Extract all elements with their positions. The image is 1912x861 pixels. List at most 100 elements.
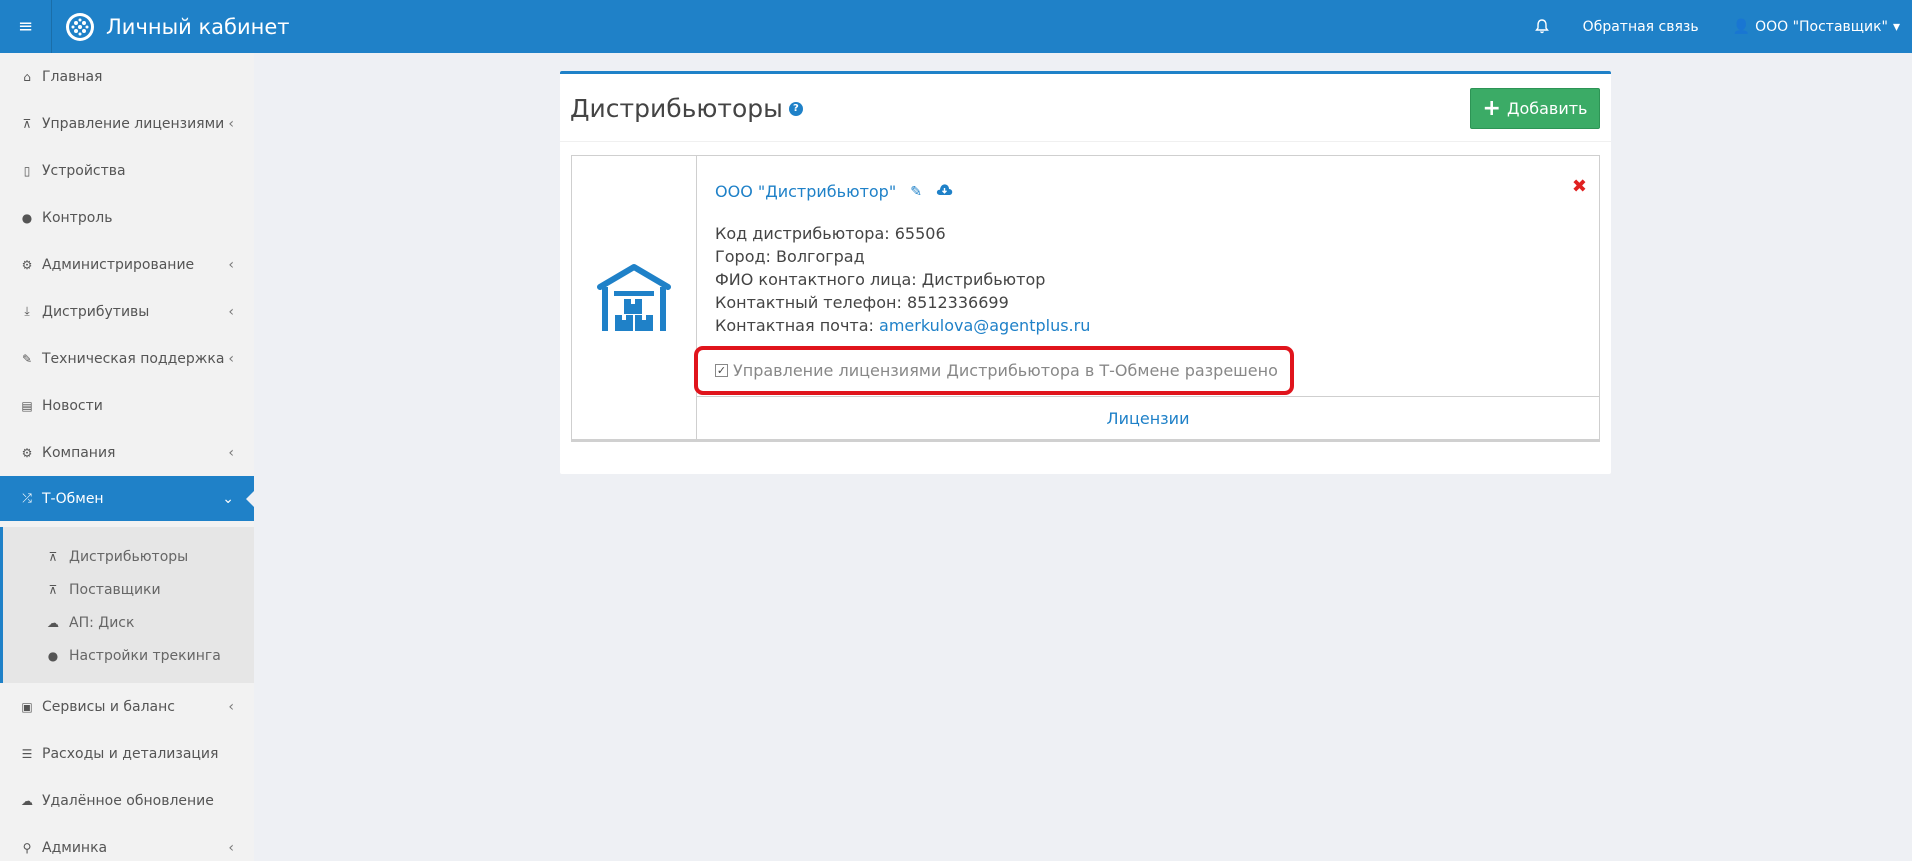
contact-label: ФИО контактного лица: xyxy=(715,270,917,289)
permission-checkbox[interactable]: ✓ xyxy=(715,364,728,377)
money-icon: ▣ xyxy=(21,699,33,714)
submenu-item-ap-disk[interactable]: ☁ АП: Диск xyxy=(3,606,254,639)
submenu-item-tracking-settings[interactable]: ● Настройки трекинга xyxy=(3,639,254,672)
mobile-icon: ▯ xyxy=(23,163,31,178)
contact-value: Дистрибьютор xyxy=(921,270,1046,289)
app-title: Личный кабинет xyxy=(106,14,290,39)
caret-down-icon: ▾ xyxy=(1892,18,1900,35)
distributor-name-link[interactable]: ООО "Дистрибьютор" xyxy=(715,182,896,201)
sidebar-item-label: Администрирование xyxy=(42,256,195,273)
sidebar-item-control[interactable]: ● Контроль xyxy=(0,194,254,241)
sidebar-item-label: Новости xyxy=(42,397,103,414)
city-row: Город: Волгоград xyxy=(715,245,1090,268)
chevron-left-icon: ‹ xyxy=(228,350,234,367)
distributor-name-row: ООО "Дистрибьютор" ✎ xyxy=(715,182,953,201)
license-permission-highlight: ✓ Управление лицензиями Дистрибьютора в … xyxy=(694,346,1294,395)
sidebar-item-admin[interactable]: ⚲ Админка ‹ xyxy=(0,824,254,861)
email-row: Контактная почта: amerkulova@agentplus.r… xyxy=(715,314,1090,337)
page-title-text: Дистрибьюторы xyxy=(570,94,783,123)
distributor-info: Код дистрибьютора: 65506 Город: Волгогра… xyxy=(715,222,1090,337)
sidebar-item-remote-update[interactable]: ☁ Удалённое обновление xyxy=(0,777,254,824)
sidebar-item-label: Т-Обмен xyxy=(42,490,104,507)
chevron-left-icon: ‹ xyxy=(228,444,234,461)
code-label: Код дистрибьютора: xyxy=(715,224,890,243)
chevron-left-icon: ‹ xyxy=(228,839,234,856)
email-link[interactable]: amerkulova@agentplus.ru xyxy=(879,316,1090,335)
sidebar-item-label: Устройства xyxy=(42,162,126,179)
user-name: ООО "Поставщик" xyxy=(1755,18,1888,35)
globe-icon: ● xyxy=(21,210,33,225)
list-icon: ☰ xyxy=(21,746,33,761)
cogs-icon: ⚙ xyxy=(21,257,33,272)
sidebar-item-distributions[interactable]: ⤓ Дистрибутивы ‹ xyxy=(0,288,254,335)
page-title: Дистрибьюторы ? xyxy=(570,94,803,123)
sidebar-item-license-management[interactable]: ⊼ Управление лицензиями ‹ xyxy=(0,100,254,147)
sidebar-item-label: Расходы и детализация xyxy=(42,745,219,762)
sidebar-item-label: Техническая поддержка xyxy=(42,350,225,367)
sidebar-item-expenses[interactable]: ☰ Расходы и детализация xyxy=(0,730,254,777)
sidebar-item-support[interactable]: ✎ Техническая поддержка ‹ xyxy=(0,335,254,382)
brand[interactable]: Личный кабинет xyxy=(66,0,290,53)
chevron-left-icon: ‹ xyxy=(228,256,234,273)
email-label: Контактная почта: xyxy=(715,316,874,335)
chevron-left-icon: ‹ xyxy=(228,698,234,715)
plus-icon: + xyxy=(1482,95,1501,121)
sitemap-icon: ⊼ xyxy=(48,582,58,597)
brand-logo-icon xyxy=(66,12,94,41)
user-icon: 👤 xyxy=(1732,18,1751,35)
sitemap-icon: ⊼ xyxy=(22,116,32,131)
phone-row: Контактный телефон: 8512336699 xyxy=(715,291,1090,314)
submenu-item-label: Дистрибьюторы xyxy=(69,548,189,565)
cloud-download-icon[interactable] xyxy=(936,183,953,200)
chevron-left-icon: ‹ xyxy=(228,115,234,132)
submenu-item-label: Поставщики xyxy=(69,581,161,598)
t-exchange-submenu: ⊼ Дистрибьюторы ⊼ Поставщики ☁ АП: Диск … xyxy=(0,527,254,683)
phone-value: 8512336699 xyxy=(906,293,1009,312)
submenu-item-label: АП: Диск xyxy=(69,614,135,631)
sidebar-item-company[interactable]: ⚙ Компания ‹ xyxy=(0,429,254,476)
sidebar-item-news[interactable]: ▤ Новости xyxy=(0,382,254,429)
warehouse-icon xyxy=(572,156,697,440)
random-icon: ⤮ xyxy=(22,491,32,505)
hamburger-icon[interactable]: ≡ xyxy=(0,0,52,53)
sidebar-item-t-exchange[interactable]: ⤮ Т-Обмен ⌄ xyxy=(0,476,254,521)
permission-label: Управление лицензиями Дистрибьютора в Т-… xyxy=(733,361,1278,380)
pencil-icon[interactable]: ✎ xyxy=(910,184,922,200)
newspaper-icon: ▤ xyxy=(21,398,33,413)
code-row: Код дистрибьютора: 65506 xyxy=(715,222,1090,245)
sidebar-item-devices[interactable]: ▯ Устройства xyxy=(0,147,254,194)
sidebar-item-label: Контроль xyxy=(42,209,113,226)
gear-icon: ⚙ xyxy=(21,445,33,460)
licenses-link[interactable]: Лицензии xyxy=(1107,409,1190,428)
sidebar-item-administration[interactable]: ⚙ Администрирование ‹ xyxy=(0,241,254,288)
sidebar-item-home[interactable]: ⌂ Главная xyxy=(0,53,254,100)
panel-header: Дистрибьюторы ? + Добавить xyxy=(560,74,1611,142)
add-button[interactable]: + Добавить xyxy=(1470,88,1600,129)
distributor-details: ООО "Дистрибьютор" ✎ ✖ Код дистрибьютора… xyxy=(694,156,1599,396)
top-right-menu: Обратная связь 👤 ООО "Поставщик" ▾ xyxy=(1501,0,1900,53)
bell-icon[interactable] xyxy=(1534,19,1549,34)
download-icon: ⤓ xyxy=(24,304,30,318)
sidebar-item-label: Управление лицензиями xyxy=(42,115,225,132)
delete-icon[interactable]: ✖ xyxy=(1572,176,1587,197)
feedback-link[interactable]: Обратная связь xyxy=(1583,19,1699,35)
wrench-icon: ✎ xyxy=(21,351,33,366)
sidebar: ⌂ Главная ⊼ Управление лицензиями ‹ ▯ Ус… xyxy=(0,53,254,861)
sidebar-item-label: Компания xyxy=(42,444,116,461)
cloud-upload-icon: ☁ xyxy=(21,793,33,808)
sidebar-item-label: Удалённое обновление xyxy=(42,792,214,809)
submenu-item-distributors[interactable]: ⊼ Дистрибьюторы xyxy=(3,540,254,573)
code-value: 65506 xyxy=(894,224,946,243)
home-icon: ⌂ xyxy=(23,69,31,84)
sitemap-icon: ⊼ xyxy=(48,549,58,564)
user-menu[interactable]: 👤 ООО "Поставщик" ▾ xyxy=(1733,19,1900,35)
question-circle-icon[interactable]: ? xyxy=(788,101,803,116)
search-icon: ⚲ xyxy=(22,840,32,855)
submenu-item-label: Настройки трекинга xyxy=(69,647,221,664)
cloud-icon: ☁ xyxy=(47,615,59,630)
sidebar-item-label: Сервисы и баланс xyxy=(42,698,175,715)
top-navbar: ≡ Личный кабинет Обратная связь 👤 ООО "П… xyxy=(0,0,1912,53)
add-button-label: Добавить xyxy=(1506,99,1588,118)
sidebar-item-services-balance[interactable]: ▣ Сервисы и баланс ‹ xyxy=(0,683,254,730)
submenu-item-suppliers[interactable]: ⊼ Поставщики xyxy=(3,573,254,606)
